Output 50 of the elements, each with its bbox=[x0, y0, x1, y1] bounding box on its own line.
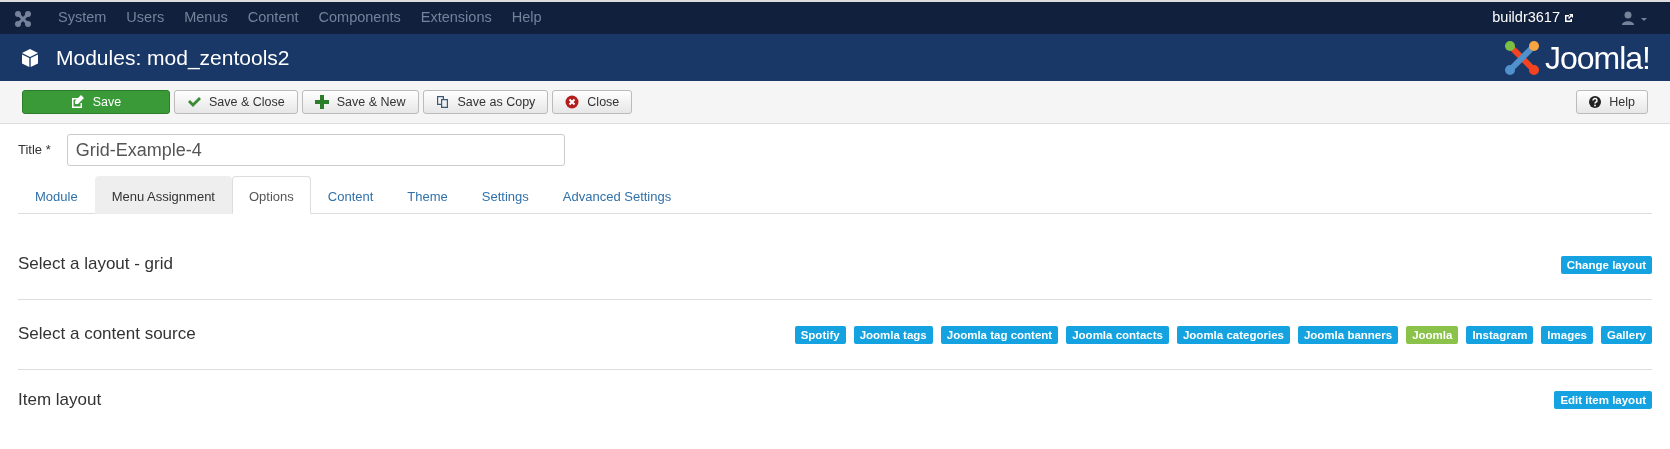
title-input[interactable]: Grid-Example-4 bbox=[66, 134, 565, 166]
copy-icon bbox=[435, 95, 450, 109]
source-button[interactable]: Joomla tags bbox=[853, 325, 933, 344]
source-button[interactable]: Images bbox=[1541, 325, 1593, 344]
help-icon bbox=[1589, 96, 1602, 108]
source-button[interactable]: Edit item layout bbox=[1554, 391, 1652, 409]
menu-item[interactable]: Content bbox=[237, 7, 309, 29]
joomla-logo-icon[interactable] bbox=[14, 8, 32, 28]
menu-item[interactable]: Users bbox=[116, 7, 175, 29]
tab[interactable]: Menu Assignment bbox=[94, 176, 232, 214]
source-button[interactable]: Instagram bbox=[1466, 325, 1534, 344]
joomla-logo-icon bbox=[1502, 38, 1541, 77]
menu-item[interactable]: System bbox=[48, 7, 117, 29]
menu-item[interactable]: Menus bbox=[174, 7, 238, 29]
site-link[interactable]: buildr3617 bbox=[1492, 7, 1560, 29]
section-heading: Select a layout - grid bbox=[18, 254, 173, 275]
source-button[interactable]: Joomla contacts bbox=[1066, 325, 1169, 344]
help-button[interactable]: Help bbox=[1576, 90, 1648, 114]
toolbar-button[interactable]: Close bbox=[552, 90, 633, 114]
page-title: Modules: mod_zentools2 bbox=[56, 44, 290, 71]
close-icon bbox=[565, 95, 580, 109]
source-button[interactable]: Change layout bbox=[1560, 255, 1652, 274]
tab[interactable]: Module bbox=[18, 176, 95, 214]
plus-icon bbox=[314, 95, 329, 109]
tab[interactable]: Advanced Settings bbox=[545, 176, 689, 214]
toolbar-button[interactable]: Save & Close bbox=[174, 90, 298, 114]
menu-item[interactable]: Components bbox=[308, 7, 411, 29]
edit-icon bbox=[70, 95, 85, 109]
tab[interactable]: Content bbox=[310, 176, 391, 214]
toolbar-button[interactable]: Save & New bbox=[301, 90, 419, 114]
check-icon bbox=[187, 95, 201, 109]
tab[interactable]: Settings bbox=[464, 176, 546, 214]
title-label: Title * bbox=[18, 141, 51, 160]
section-heading: Item layout bbox=[18, 389, 102, 411]
source-button[interactable]: Joomla banners bbox=[1297, 325, 1399, 344]
external-link-icon bbox=[1564, 13, 1574, 23]
user-menu-icon[interactable] bbox=[1622, 11, 1648, 25]
cube-icon bbox=[20, 47, 40, 68]
section-heading: Select a content source bbox=[18, 324, 196, 345]
toolbar-button[interactable]: Save bbox=[22, 90, 170, 114]
source-button[interactable]: Joomla tag content bbox=[940, 325, 1059, 344]
toolbar-button[interactable]: Save as Copy bbox=[422, 90, 549, 114]
source-button[interactable]: Spotify bbox=[794, 325, 846, 344]
source-button[interactable]: Joomla categories bbox=[1176, 325, 1290, 344]
source-button[interactable]: Gallery bbox=[1601, 325, 1652, 344]
menu-item[interactable]: Extensions bbox=[410, 7, 502, 29]
menu-item[interactable]: Help bbox=[501, 7, 552, 29]
tab[interactable]: Options bbox=[232, 176, 311, 214]
tab[interactable]: Theme bbox=[390, 176, 465, 214]
logo-wordmark: Joomla! bbox=[1544, 38, 1650, 78]
